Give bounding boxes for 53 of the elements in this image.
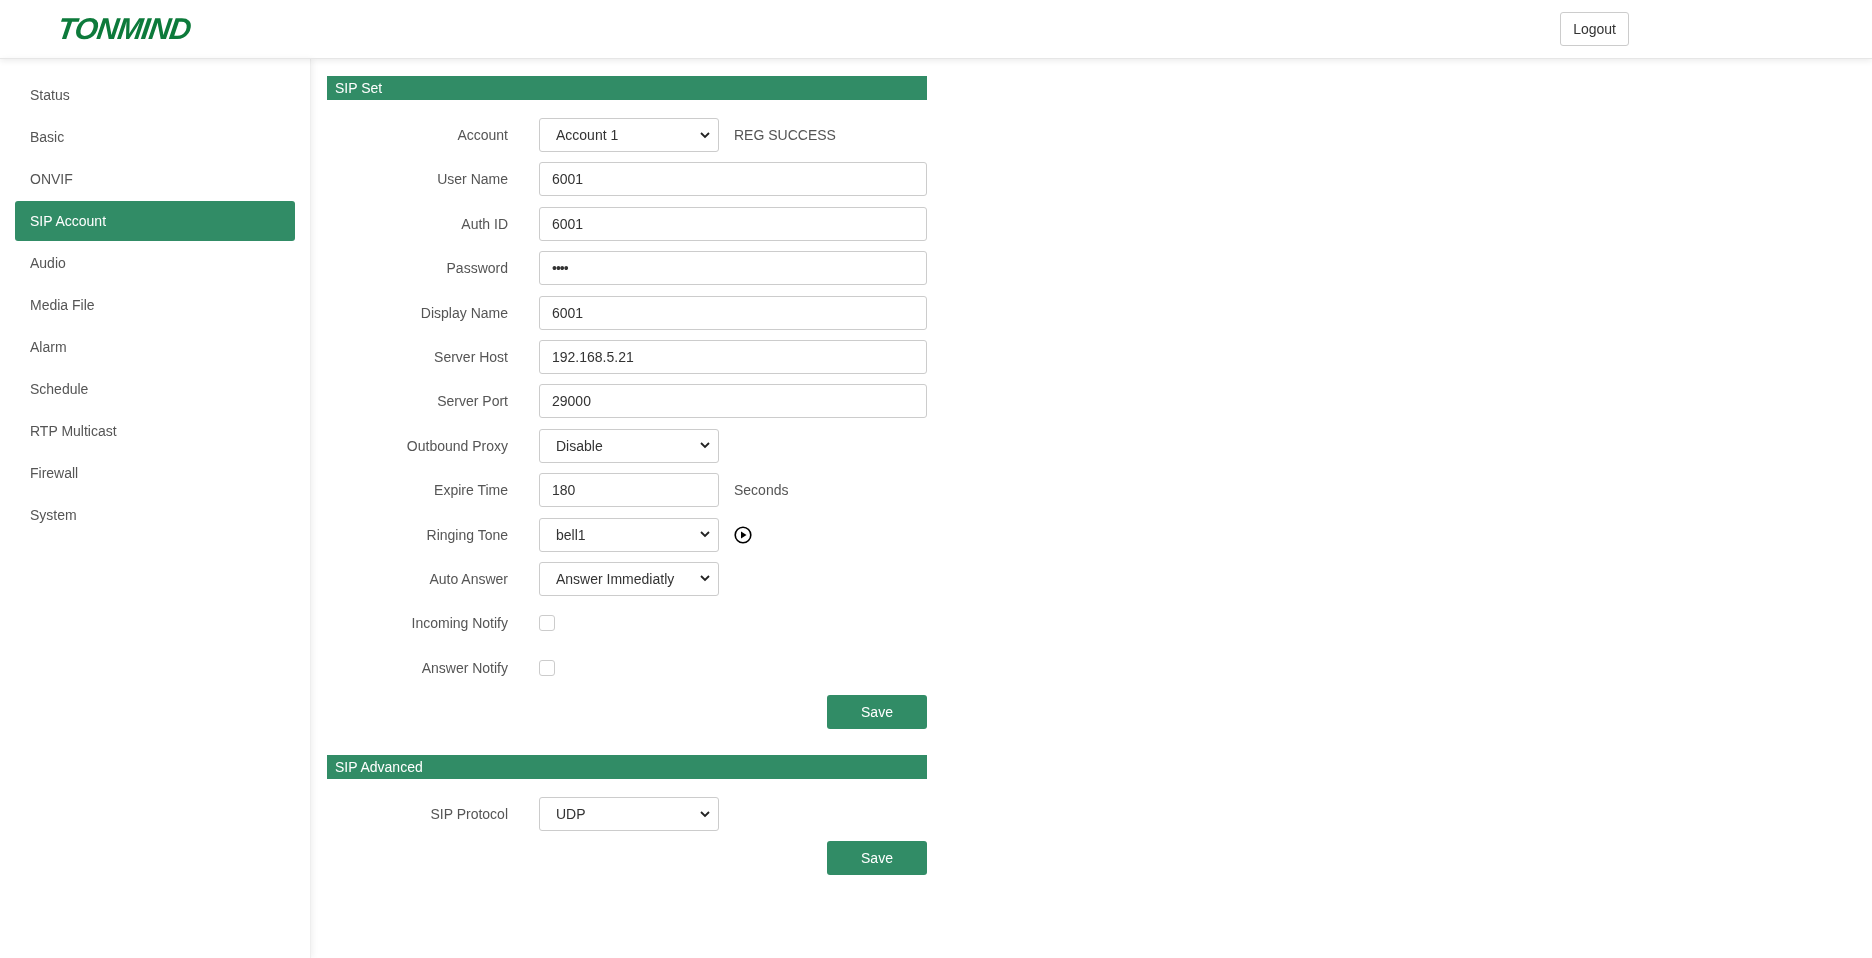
logout-button[interactable]: Logout	[1560, 12, 1629, 46]
field-label: Auto Answer	[428, 570, 508, 587]
field-label: Server Port	[436, 393, 508, 410]
field-label: Display Name	[419, 304, 508, 321]
sidebar-item[interactable]: SIP Account	[15, 201, 295, 241]
field-label: User Name	[436, 171, 508, 188]
field-label: Server Host	[433, 348, 508, 365]
field-label: SIP Protocol	[429, 806, 508, 823]
dropdown[interactable]: bell1	[539, 517, 719, 552]
dropdown[interactable]: Answer Immediatly	[539, 561, 719, 596]
password-field[interactable]: ••••	[539, 251, 927, 286]
play-icon[interactable]	[734, 525, 752, 544]
sidebar-item[interactable]: System	[15, 495, 295, 535]
chevron-down-icon	[700, 442, 710, 450]
dropdown[interactable]: UDP	[539, 797, 719, 832]
input-field[interactable]: 6001	[539, 206, 927, 241]
field-label: Account	[456, 127, 508, 143]
section-header: SIP Set	[327, 76, 927, 100]
sidebar-item[interactable]: Audio	[15, 243, 295, 283]
brand-logo: TONMIND	[55, 12, 193, 46]
sidebar-item[interactable]: Alarm	[15, 327, 295, 367]
sidebar-item[interactable]: ONVIF	[15, 159, 295, 199]
input-field[interactable]: 29000	[539, 384, 927, 419]
dropdown[interactable]: Disable	[539, 428, 719, 463]
sidebar-item[interactable]: Basic	[15, 117, 295, 157]
chevron-down-icon	[700, 531, 710, 538]
checkbox[interactable]	[539, 659, 555, 676]
field-label: Expire Time	[433, 482, 508, 499]
sidebar-item[interactable]: Media File	[15, 285, 295, 325]
dropdown[interactable]: Account 1	[539, 118, 719, 152]
field-label: Incoming Notify	[410, 615, 508, 632]
field-note: REG SUCCESS	[734, 127, 836, 143]
sidebar-item[interactable]: Schedule	[15, 369, 295, 409]
sidebar-item[interactable]: Status	[15, 75, 295, 115]
save-button[interactable]: Save	[827, 695, 927, 730]
sidebar-item[interactable]: RTP Multicast	[15, 411, 295, 451]
field-label: Auth ID	[460, 215, 508, 232]
sidebar-item[interactable]: Firewall	[15, 453, 295, 493]
field-label: Ringing Tone	[425, 526, 508, 543]
chevron-down-icon	[700, 810, 710, 818]
field-label: Password	[445, 260, 508, 277]
chevron-down-icon	[700, 575, 710, 583]
field-label: Outbound Proxy	[405, 437, 508, 454]
section-header: SIP Advanced	[327, 755, 927, 780]
input-field[interactable]: 192.168.5.21	[539, 339, 927, 374]
input-field[interactable]: 180	[539, 473, 719, 508]
field-label: Answer Notify	[420, 659, 508, 676]
field-note: Seconds	[734, 482, 789, 499]
save-button[interactable]: Save	[827, 841, 927, 876]
chevron-down-icon	[700, 131, 710, 139]
checkbox[interactable]	[539, 615, 555, 632]
input-field[interactable]: 6001	[539, 162, 927, 197]
input-field[interactable]: 6001	[539, 295, 927, 330]
